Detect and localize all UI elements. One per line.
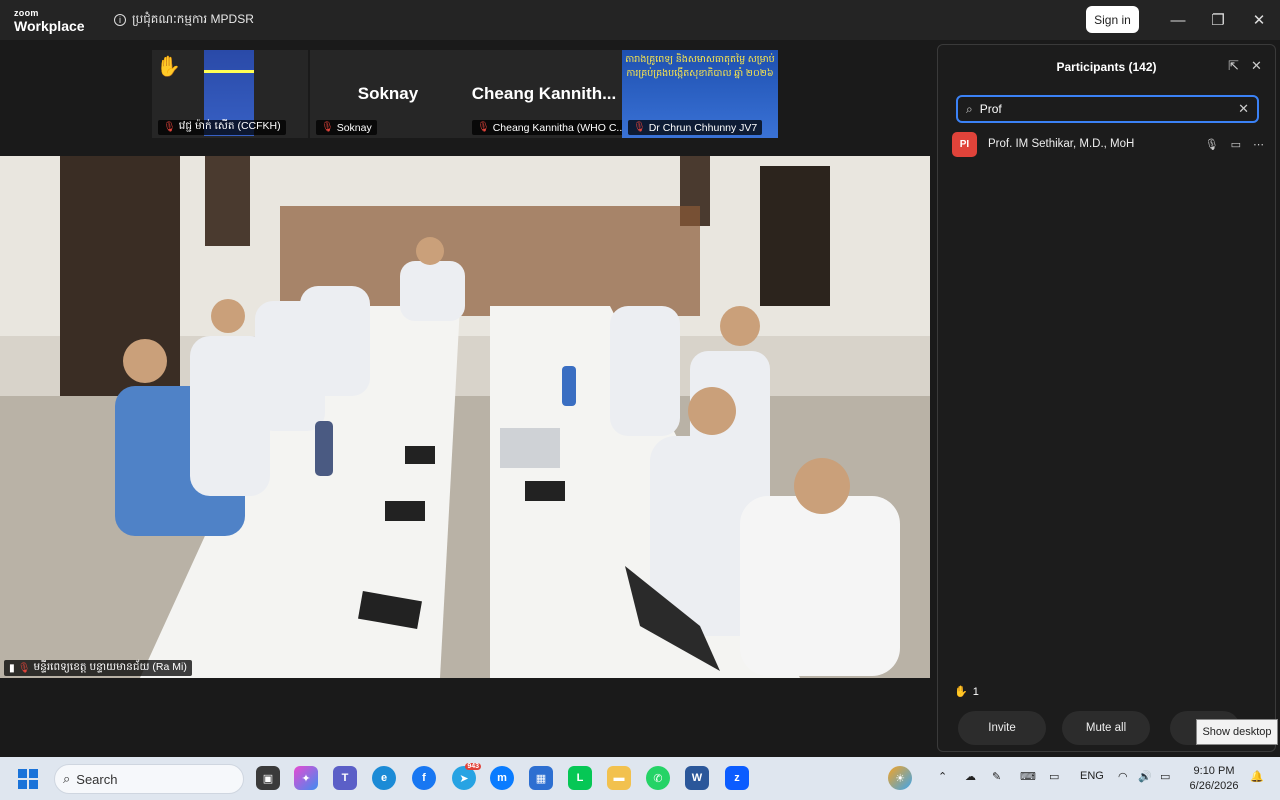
mic-muted-icon: 🎙 (633, 122, 646, 133)
signal-icon: ▮ (9, 662, 15, 674)
thumbnail-big-name: Cheang Kannith... (471, 84, 617, 103)
meeting-title-text: ប្រជុំគណៈកម្មការ MPDSR (132, 12, 254, 26)
logo-line2: Workplace (14, 18, 85, 34)
participant-search[interactable]: ⌕ ✕ (956, 95, 1259, 123)
main-speaker-name-tag: ▮ 🎙 មន្ទីរពេទ្យខេត្ត បន្ទាយមានជ័យ (Ra Mi… (4, 660, 192, 676)
thumbnail-name: Cheang Kannitha (WHO C... (492, 121, 622, 134)
minimize-icon[interactable]: — (1168, 10, 1188, 30)
chevron-up-icon[interactable]: ⌃ (938, 770, 947, 783)
video-stage: ✋ 🎙 វេជ្ជ ម៉ាក់ សេីត (CCFKH) Soknay 🎙 So… (0, 40, 936, 755)
zoom-icon[interactable]: z (725, 766, 749, 790)
word-icon[interactable]: W (685, 766, 709, 790)
main-speaker-name: មន្ទីរពេទ្យខេត្ត បន្ទាយមានជ័យ (Ra Mi) (33, 660, 187, 673)
facebook-icon[interactable]: f (412, 766, 436, 790)
mute-all-button[interactable]: Mute all (1062, 711, 1150, 745)
wifi-icon[interactable]: ◠ (1118, 770, 1128, 783)
system-clock[interactable]: 9:10 PM 6/26/2026 (1188, 764, 1240, 794)
store-icon[interactable]: ▦ (529, 766, 553, 790)
thumbnail-name-tag: 🎙 Cheang Kannitha (WHO C... (472, 120, 622, 135)
participant-avatar: PI (952, 131, 977, 157)
display-icon[interactable]: ▭ (1049, 770, 1059, 783)
participant-thumbnail[interactable]: Cheang Kannith... 🎙 Cheang Kannitha (WHO… (466, 50, 622, 138)
main-speaker-video[interactable] (0, 156, 930, 678)
thumbnail-name: Soknay (336, 121, 372, 134)
start-button[interactable] (18, 769, 38, 789)
participant-search-input[interactable] (977, 101, 1234, 117)
messenger-icon[interactable]: m (490, 766, 514, 790)
raised-hands-number: 1 (972, 685, 979, 698)
mic-muted-icon: 🎙 (477, 122, 490, 133)
edge-icon[interactable]: e (372, 766, 396, 790)
notification-bell-icon[interactable]: 🔔 (1250, 770, 1264, 783)
show-desktop-tooltip: Show desktop (1196, 719, 1278, 745)
search-icon: ⌕ (63, 771, 71, 786)
onedrive-icon[interactable]: ☁ (965, 770, 976, 783)
video-off-icon[interactable]: ▭ (1231, 138, 1241, 151)
search-icon: ⌕ (966, 101, 973, 116)
weather-icon[interactable]: ☀ (888, 766, 912, 790)
clock-time: 9:10 PM (1193, 765, 1235, 777)
taskbar-search-label: Search (76, 771, 118, 787)
task-view-icon[interactable]: ▣ (256, 766, 280, 790)
raised-hand-icon: ✋ (156, 56, 181, 78)
close-icon[interactable]: ✕ (1249, 10, 1269, 30)
zoom-logo: zoom Workplace (14, 8, 85, 34)
thumbnail-name: វេជ្ជ ម៉ាក់ សេីត (CCFKH) (178, 120, 281, 132)
meeting-title[interactable]: i ប្រជុំគណៈកម្មការ MPDSR (114, 11, 254, 29)
participant-thumbnail[interactable]: តារាងគ្រូពេទ្យ និងសមាសធាតុតម្លៃ សម្រាប់ក… (622, 50, 778, 138)
sign-in-button[interactable]: Sign in (1086, 6, 1139, 33)
participant-row[interactable]: PI Prof. IM Sethikar, M.D., MoH 🎙 ▭ ⋯ (952, 131, 1264, 157)
file-explorer-icon[interactable]: ▬ (607, 766, 631, 790)
telegram-icon[interactable]: ➤ 943 (452, 763, 481, 790)
mic-muted-icon: 🎙 (163, 122, 176, 133)
invite-button[interactable]: Invite (958, 711, 1046, 745)
windows-taskbar: ⌕ Search ▣ ✦ T e f ➤ 943 m ▦ L ▬ ✆ W z ☀… (0, 757, 1280, 800)
thumbnail-name: Dr Chrun Chhunny JV7 (648, 121, 758, 134)
more-options-icon[interactable]: ⋯ (1253, 138, 1264, 151)
mic-muted-icon[interactable]: 🎙 (1205, 138, 1219, 151)
whatsapp-icon[interactable]: ✆ (646, 766, 670, 790)
thumbnail-name-tag: 🎙 វេជ្ជ ម៉ាក់ សេីត (CCFKH) (158, 120, 286, 135)
pop-out-icon[interactable]: ⇱ (1228, 58, 1239, 74)
info-icon[interactable]: i (114, 14, 126, 26)
telegram-badge: 943 (465, 763, 481, 770)
thumbnail-name-tag: 🎙 Soknay (316, 120, 377, 135)
raised-hand-icon: ✋ (954, 686, 968, 698)
taskbar-search[interactable]: ⌕ Search (54, 764, 244, 794)
participants-title: Participants (142) (1056, 60, 1157, 74)
mic-muted-icon: 🎙 (17, 662, 31, 674)
logo-line1: zoom (14, 8, 39, 18)
copilot-icon[interactable]: ✦ (294, 766, 318, 790)
keyboard-icon[interactable]: ⌨ (1020, 770, 1036, 783)
close-panel-icon[interactable]: ✕ (1251, 58, 1262, 74)
raised-hands-count[interactable]: ✋ 1 (954, 685, 979, 699)
pen-icon[interactable]: ✎ (992, 770, 1001, 783)
meeting-room-scene (0, 156, 930, 678)
volume-icon[interactable]: 🔊 (1138, 770, 1152, 783)
participant-thumbnail[interactable]: Soknay 🎙 Soknay (310, 50, 466, 138)
clear-search-icon[interactable]: ✕ (1238, 101, 1249, 117)
title-bar: zoom Workplace i ប្រជុំគណៈកម្មការ MPDSR … (0, 0, 1280, 40)
participants-panel: Participants (142) ⇱ ✕ ⌕ ✕ PI Prof. IM S… (937, 44, 1276, 752)
thumbnail-big-name: Soknay (357, 84, 419, 103)
participant-name: Prof. IM Sethikar, M.D., MoH (988, 138, 1135, 150)
participant-thumbnail[interactable]: ✋ 🎙 វេជ្ជ ម៉ាក់ សេីត (CCFKH) (152, 50, 308, 138)
thumbnail-name-tag: 🎙 Dr Chrun Chhunny JV7 (628, 120, 763, 135)
line-icon[interactable]: L (568, 766, 592, 790)
language-indicator[interactable]: ENG (1080, 770, 1104, 782)
clock-date: 6/26/2026 (1189, 779, 1239, 792)
teams-icon[interactable]: T (333, 766, 357, 790)
mic-muted-icon: 🎙 (321, 122, 334, 133)
battery-icon[interactable]: ▭ (1160, 770, 1170, 783)
restore-icon[interactable]: ❐ (1208, 10, 1228, 30)
